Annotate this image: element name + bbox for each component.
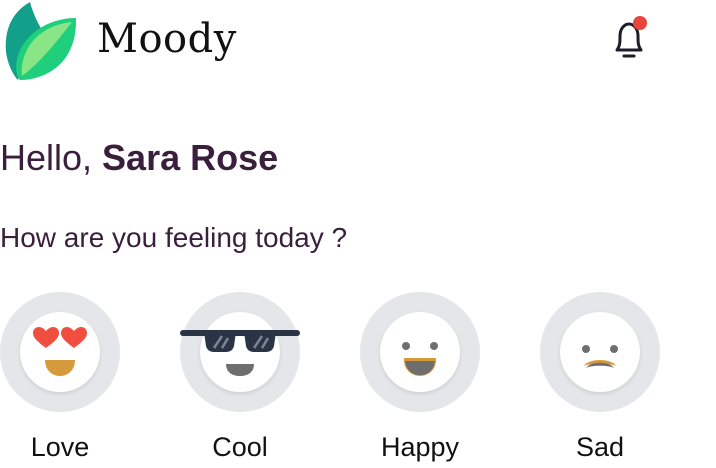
mood-option-love[interactable]: Love [0,292,120,468]
mood-face [380,312,460,392]
greeting-heading: Hello, Sara Rose [0,136,278,180]
mood-selector: Love Cool Happy Sad [0,292,716,468]
user-name: Sara Rose [102,137,279,178]
notifications-button[interactable] [604,14,654,64]
mood-label: Cool [212,432,268,462]
notification-dot [633,16,647,30]
mood-face [20,312,100,392]
mood-label: Happy [380,432,460,462]
mood-option-sad[interactable]: Sad [540,292,660,468]
leaf-logo-icon [5,2,76,80]
greeting-prefix: Hello, [0,137,103,178]
mood-question: How are you feeling today ? [0,222,348,253]
app-name: Moody [97,16,237,62]
heart-eyes-face-icon [33,327,87,376]
mood-label: Sad [575,432,625,462]
mood-option-cool[interactable]: Cool [180,292,300,468]
mood-face [180,312,300,392]
mood-option-happy[interactable]: Happy [360,292,480,468]
frown-face-icon [582,345,618,368]
app-header: Moody [0,0,716,88]
mood-label: Love [30,432,90,462]
bell-icon [615,16,647,58]
mood-face [560,312,640,392]
sunglasses-face-icon [180,330,300,376]
smile-face-icon [402,342,438,376]
